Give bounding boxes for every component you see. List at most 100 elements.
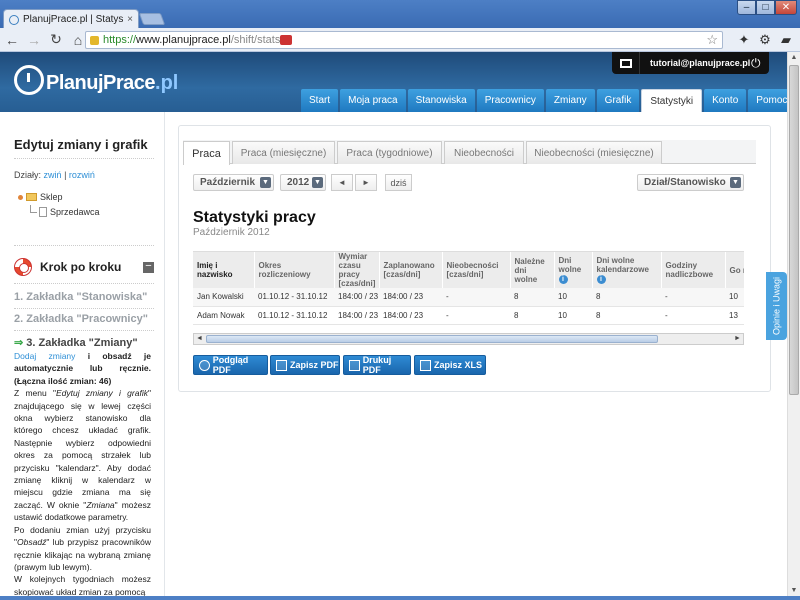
col-header-dni-wolne[interactable]: Dni wolne i <box>554 252 593 288</box>
lifebuoy-icon <box>14 258 32 276</box>
collapse-all-link[interactable]: zwiń <box>44 170 62 180</box>
col-header[interactable]: Godziny nadliczbowe <box>661 252 726 288</box>
info-icon[interactable]: i <box>558 274 568 284</box>
stats-table: Imię i nazwisko Okres rozliczeniowy Wymi… <box>193 252 744 325</box>
nav-tab-start[interactable]: Start <box>301 89 339 112</box>
col-header[interactable]: Nieobecności [czas/dni] <box>442 252 511 288</box>
dzialy-label: Działy: <box>14 170 42 180</box>
table-cell: 10 <box>554 306 592 325</box>
table-cell: 184:00 / 23 <box>334 306 379 325</box>
table-cell: - <box>661 288 725 307</box>
tree-connector <box>30 205 37 213</box>
reload-icon[interactable]: ↻ <box>46 30 66 50</box>
tab-praca-tygodniowe[interactable]: Praca (tygodniowe) <box>337 141 442 164</box>
lock-icon <box>90 35 99 45</box>
krok-title: Krok po kroku <box>40 260 122 274</box>
site-logo[interactable]: PlanujPrace .pl <box>14 64 178 95</box>
preview-pdf-button[interactable]: Podgląd PDF <box>193 355 268 375</box>
url-path: /shift/stats <box>230 34 281 46</box>
tab-nieobecnosci[interactable]: Nieobecności <box>444 141 524 164</box>
nav-tab-statystyki[interactable]: Statystyki <box>641 89 703 112</box>
help-text-part: W kolejnych tygodniach możesz skopiować … <box>14 574 151 597</box>
divider <box>14 308 154 309</box>
nav-tab-zmiany[interactable]: Zmiany <box>545 89 595 112</box>
table-cell: 13 <box>725 306 744 325</box>
info-icon[interactable]: i <box>596 274 606 284</box>
col-header[interactable]: Zaplanowano [czas/dni] <box>379 252 443 288</box>
tab-praca-miesieczne[interactable]: Praca (miesięczne) <box>232 141 335 164</box>
nav-tab-pracownicy[interactable]: Pracownicy <box>476 89 544 112</box>
extension-badge-icon[interactable] <box>280 35 293 45</box>
url-scheme: https:// <box>103 34 137 46</box>
menu-icon[interactable]: ▰ <box>777 31 795 49</box>
monitor-icon[interactable] <box>612 52 640 74</box>
tree-item-sprzedawca[interactable]: Sprzedawca <box>30 205 100 217</box>
dodaj-zmiany-link[interactable]: Dodaj zmiany <box>14 351 75 361</box>
bookmark-star-icon[interactable]: ☆ <box>706 32 718 48</box>
expand-all-link[interactable]: rozwiń <box>69 170 95 180</box>
power-icon[interactable]: ⏻ <box>751 56 769 71</box>
col-header[interactable]: Imię i nazwisko <box>193 252 255 288</box>
tab-praca[interactable]: Praca <box>183 141 230 165</box>
page-vertical-scrollbar[interactable]: ▲ ▼ <box>787 52 800 600</box>
step-3-link[interactable]: ⇒ 3. Zakładka "Zmiany" <box>14 336 138 349</box>
nav-tab-grafik[interactable]: Grafik <box>596 89 640 112</box>
col-header[interactable]: Okres rozliczeniowy <box>254 252 335 288</box>
table-header-row: Imię i nazwisko Okres rozliczeniowy Wymi… <box>193 252 744 288</box>
scroll-down-icon[interactable]: ▼ <box>789 585 799 596</box>
help-italic: Obsadź <box>17 537 47 548</box>
group-select-value: Dział/Stanowisko <box>644 177 726 188</box>
step-3-label: 3. Zakładka "Zmiany" <box>26 337 138 349</box>
divider <box>14 158 154 159</box>
scroll-thumb[interactable] <box>206 335 658 343</box>
col-header[interactable]: Wymiar czasu pracy [czas/dni] <box>334 252 380 288</box>
year-select[interactable]: 2012 ▼ <box>280 174 326 191</box>
address-bar[interactable]: https:// www.planujprace.pl /shift/stats… <box>85 31 723 49</box>
scroll-left-icon[interactable]: ◄ <box>194 334 205 344</box>
table-row[interactable]: Jan Kowalski 01.10.12 - 31.10.12 184:00 … <box>193 288 744 307</box>
nav-tab-moja-praca[interactable]: Moja praca <box>340 89 406 112</box>
prev-period-button[interactable]: ◄ <box>331 174 353 191</box>
step-1-link[interactable]: 1. Zakładka "Stanowiska" <box>14 291 147 303</box>
scroll-thumb[interactable] <box>789 65 799 395</box>
col-header[interactable]: Należne dni wolne <box>510 252 555 288</box>
month-select[interactable]: Październik ▼ <box>193 174 274 191</box>
magnifier-icon <box>199 359 210 371</box>
divider <box>14 245 154 246</box>
table-horizontal-scrollbar[interactable]: ◄ ► <box>193 333 744 345</box>
table-row[interactable]: Adam Nowak 01.10.12 - 31.10.12 184:00 / … <box>193 306 744 325</box>
table-cell: 8 <box>592 288 661 307</box>
new-tab-button[interactable] <box>138 13 166 25</box>
forward-arrow-icon[interactable]: → <box>24 30 44 50</box>
nav-tab-konto[interactable]: Konto <box>704 89 747 112</box>
step-2-link[interactable]: 2. Zakładka "Pracownicy" <box>14 313 148 325</box>
scroll-up-icon[interactable]: ▲ <box>789 52 799 63</box>
window-minimize-button[interactable]: – <box>737 0 756 15</box>
back-arrow-icon[interactable]: ← <box>2 30 22 50</box>
window-close-button[interactable]: ✕ <box>775 0 797 15</box>
nav-tab-stanowiska[interactable]: Stanowiska <box>407 89 475 112</box>
collapse-minus-button[interactable]: − <box>143 260 154 273</box>
next-period-button[interactable]: ► <box>355 174 377 191</box>
col-header[interactable]: Go nc <box>725 252 744 288</box>
save-xls-button[interactable]: Zapisz XLS <box>414 355 486 375</box>
col-header-dni-wolne-kal[interactable]: Dni wolne kalendarzowe i <box>592 252 662 288</box>
extension-icon[interactable]: ✦ <box>735 31 753 49</box>
window-maximize-button[interactable]: □ <box>756 0 775 15</box>
user-email[interactable]: tutorial@planujprace.pl <box>640 58 751 68</box>
save-pdf-button[interactable]: Zapisz PDF <box>270 355 340 375</box>
print-pdf-button[interactable]: Drukuj PDF <box>343 355 411 375</box>
settings-wrench-icon[interactable]: ⚙ <box>756 31 774 49</box>
tab-nieobecnosci-miesieczne[interactable]: Nieobecności (miesięczne) <box>526 141 662 164</box>
table-cell: 01.10.12 - 31.10.12 <box>254 306 334 325</box>
today-button[interactable]: dziś <box>385 174 412 191</box>
tree-item-sklep[interactable]: Sklep <box>18 192 63 202</box>
folder-icon <box>26 193 37 201</box>
group-select[interactable]: Dział/Stanowisko ▼ <box>637 174 744 191</box>
feedback-tab[interactable]: Opinie i Uwagi <box>766 272 787 340</box>
divider <box>14 330 154 331</box>
scroll-right-icon[interactable]: ► <box>732 334 743 344</box>
tab-close-icon[interactable]: × <box>127 14 133 25</box>
help-text-part: Z menu " <box>14 388 56 399</box>
browser-tab[interactable]: PlanujPrace.pl | Statystyki × <box>3 9 139 29</box>
